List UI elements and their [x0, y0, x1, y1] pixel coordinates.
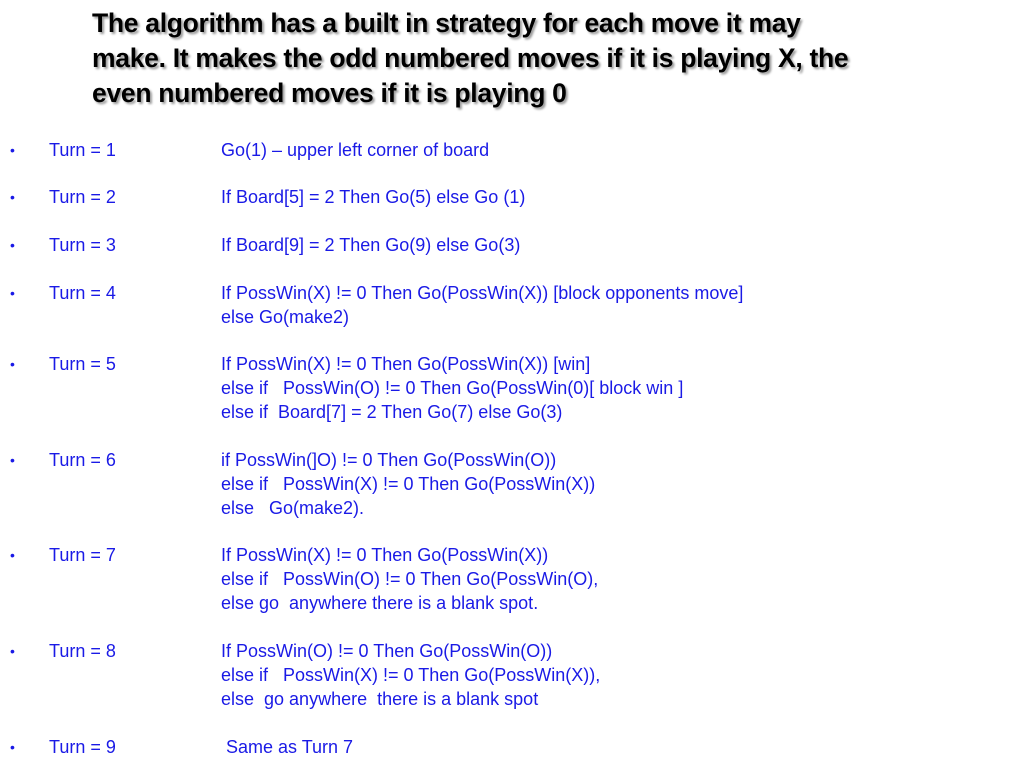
bullet-icon: • — [10, 189, 15, 205]
strategy-line: else if PossWin(O) != 0 Then Go(PossWin(… — [221, 378, 684, 398]
turn-strategy: If Board[9] = 2 Then Go(9) else Go(3) — [221, 233, 520, 257]
strategy-line: If PossWin(O) != 0 Then Go(PossWin(O)) — [221, 641, 553, 661]
bullet-icon: • — [10, 643, 15, 659]
strategy-line: If PossWin(X) != 0 Then Go(PossWin(X)) [… — [221, 354, 591, 374]
bullet-icon: • — [10, 237, 15, 253]
strategy-line: else go anywhere there is a blank spot — [221, 689, 539, 709]
turn-label: Turn = 5 — [49, 354, 116, 374]
turn-label: Turn = 1 — [49, 140, 116, 160]
strategy-line: If PossWin(X) != 0 Then Go(PossWin(X)) — [221, 545, 549, 565]
bullet-icon: • — [10, 285, 15, 301]
bullet-icon: • — [10, 547, 15, 563]
strategy-line: else Go(make2). — [221, 498, 365, 518]
strategy-line: if PossWin(]O) != 0 Then Go(PossWin(O)) — [221, 450, 557, 470]
bullet-icon: • — [10, 356, 15, 372]
turn-label: Turn = 6 — [49, 450, 116, 470]
turn-rules-list: • Turn = 1 Go(1) – upper left corner of bo… — [0, 0, 1024, 768]
turn-strategy: if PossWin(]O) != 0 Then Go(PossWin(O)) e… — [221, 448, 595, 520]
turn-label: Turn = 7 — [49, 545, 116, 565]
turn-strategy: If PossWin(X) != 0 Then Go(PossWin(X)) el… — [221, 543, 598, 615]
strategy-line: If Board[9] = 2 Then Go(9) else Go(3) — [221, 235, 521, 255]
strategy-line: else go anywhere there is a blank spot. — [221, 593, 539, 613]
turn-label: Turn = 4 — [49, 283, 116, 303]
strategy-line: else if PossWin(X) != 0 Then Go(PossWin(… — [221, 665, 601, 685]
strategy-line: else if PossWin(X) != 0 Then Go(PossWin(… — [221, 474, 596, 494]
turn-strategy: If PossWin(X) != 0 Then Go(PossWin(X)) [… — [221, 352, 683, 424]
strategy-line: else Go(make2) — [221, 307, 350, 327]
strategy-line: If PossWin(X) != 0 Then Go(PossWin(X)) [… — [221, 283, 744, 303]
bullet-icon: • — [10, 142, 15, 158]
turn-strategy: If PossWin(X) != 0 Then Go(PossWin(X)) [… — [221, 281, 743, 329]
turn-strategy: If Board[5] = 2 Then Go(5) else Go (1) — [221, 185, 525, 209]
turn-label: Turn = 9 — [49, 737, 116, 757]
strategy-line: If Board[5] = 2 Then Go(5) else Go (1) — [221, 187, 526, 207]
turn-label: Turn = 3 — [49, 235, 116, 255]
turn-label: Turn = 8 — [49, 641, 116, 661]
bullet-icon: • — [10, 452, 15, 468]
strategy-line: Same as Turn 7 — [221, 737, 354, 757]
turn-strategy: Same as Turn 7 — [221, 735, 353, 759]
turn-strategy: Go(1) – upper left corner of board — [221, 138, 489, 162]
strategy-line: else if PossWin(O) != 0 Then Go(PossWin(… — [221, 569, 599, 589]
turn-label: Turn = 2 — [49, 187, 116, 207]
strategy-line: else if Board[7] = 2 Then Go(7) else Go(… — [221, 402, 563, 422]
bullet-icon: • — [10, 739, 15, 755]
turn-strategy: If PossWin(O) != 0 Then Go(PossWin(O)) el… — [221, 639, 600, 711]
strategy-line: Go(1) – upper left corner of board — [221, 140, 490, 160]
